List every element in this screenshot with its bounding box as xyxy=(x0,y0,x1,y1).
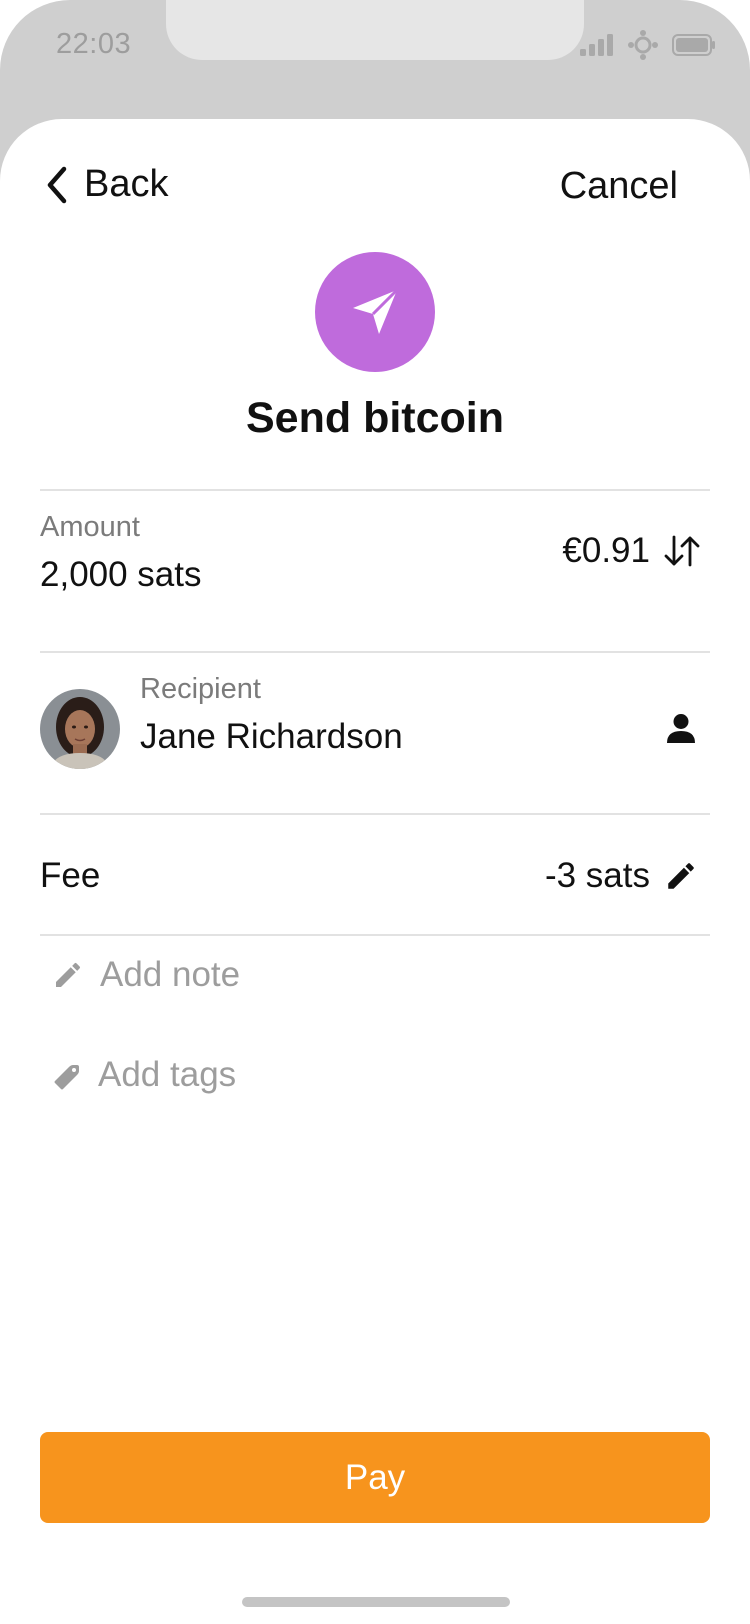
add-note-button[interactable]: Add note xyxy=(52,955,240,995)
tag-icon xyxy=(54,1065,79,1090)
fee-row[interactable]: Fee -3 sats xyxy=(40,816,710,936)
amount-label: Amount xyxy=(40,511,140,543)
avatar xyxy=(40,689,120,769)
pay-button[interactable]: Pay xyxy=(40,1432,710,1523)
send-icon xyxy=(353,288,399,334)
divider xyxy=(40,813,710,815)
status-icons xyxy=(580,30,716,60)
phone-frame: 22:03 Back Cancel Send bitcoin Amount 2,… xyxy=(0,0,750,1624)
pencil-icon xyxy=(668,863,694,889)
add-note-label: Add note xyxy=(100,955,241,994)
recipient-row[interactable]: Recipient Jane Richardson xyxy=(40,653,710,813)
fee-label: Fee xyxy=(40,856,101,895)
fee-value: -3 sats xyxy=(544,856,650,895)
back-button[interactable]: Back xyxy=(44,163,168,206)
signal-icon xyxy=(580,34,613,56)
network-icon xyxy=(628,30,658,60)
fiat-toggle[interactable]: €0.91 xyxy=(562,531,702,571)
recipient-label: Recipient xyxy=(140,673,261,705)
cancel-button[interactable]: Cancel xyxy=(560,165,678,208)
page-title: Send bitcoin xyxy=(246,394,504,442)
add-tags-label: Add tags xyxy=(98,1055,237,1094)
send-sheet: Back Cancel Send bitcoin Amount 2,000 sa… xyxy=(0,119,750,1624)
divider xyxy=(40,934,710,936)
battery-icon xyxy=(672,34,715,56)
fiat-value: €0.91 xyxy=(562,531,650,570)
amount-value: 2,000 sats xyxy=(40,555,202,594)
swap-icon xyxy=(664,535,700,567)
fee-edit[interactable]: -3 sats xyxy=(545,856,698,896)
send-icon-circle xyxy=(315,252,435,372)
back-label: Back xyxy=(84,163,169,205)
status-time: 22:03 xyxy=(56,28,132,60)
notch xyxy=(166,0,584,60)
home-indicator xyxy=(242,1597,510,1607)
person-icon xyxy=(667,714,695,743)
chevron-left-icon xyxy=(47,166,67,203)
pencil-icon xyxy=(56,962,81,987)
contact-button[interactable] xyxy=(666,713,696,748)
recipient-name: Jane Richardson xyxy=(140,717,403,756)
amount-row[interactable]: Amount 2,000 sats €0.91 xyxy=(40,491,710,651)
nav-bar: Back Cancel xyxy=(0,119,750,259)
add-tags-button[interactable]: Add tags xyxy=(52,1055,236,1095)
